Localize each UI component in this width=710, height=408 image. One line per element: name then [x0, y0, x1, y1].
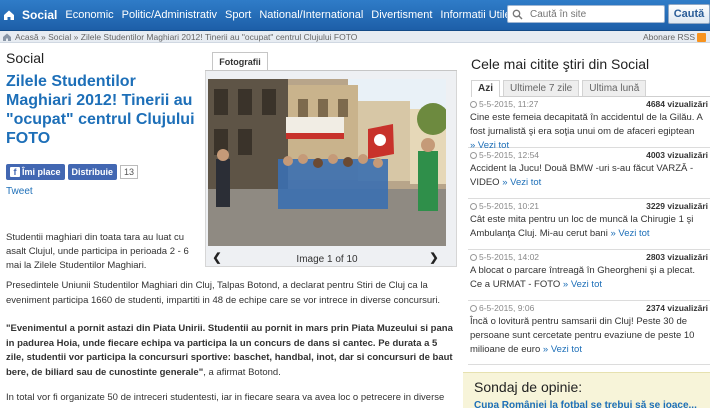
facebook-share-button[interactable]: Distribuie: [67, 164, 118, 180]
top-navigation-bar: Social Economic Politic/Administrativ Sp…: [0, 0, 710, 31]
facebook-icon: f: [10, 167, 20, 177]
main-nav: Social Economic Politic/Administrativ Sp…: [18, 0, 561, 31]
tab-fotografii[interactable]: Fotografii: [212, 52, 268, 70]
news-date: 5-5-2015, 12:54: [470, 150, 539, 161]
tab-ultimele-7-zile[interactable]: Ultimele 7 zile: [503, 80, 580, 96]
nav-item-informatii[interactable]: Informatii Utile: [436, 0, 514, 31]
clock-icon: [470, 101, 477, 108]
quote-attribution: , a afirmat Botond.: [203, 366, 281, 378]
view-count: 4684 vizualizări: [646, 99, 708, 109]
clock-icon: [470, 203, 477, 210]
list-item: 5-5-2015, 14:02 2803 vizualizări A blocat…: [468, 250, 710, 301]
see-more-link[interactable]: » Vezi tot: [563, 279, 602, 290]
search-box: [507, 5, 665, 23]
search-icon: [512, 9, 523, 20]
news-date-text: 5-5-2015, 11:27: [479, 99, 539, 109]
breadcrumb-current: Zilele Studentilor Maghiari 2012! Tineri…: [80, 32, 358, 42]
nav-item-social[interactable]: Social: [18, 0, 61, 31]
nav-item-economic[interactable]: Economic: [61, 0, 117, 31]
tab-azi[interactable]: Azi: [471, 80, 500, 97]
most-read-tabs: Azi Ultimele 7 zile Ultima lună: [471, 80, 710, 97]
view-count: 4003 vizualizări: [646, 150, 708, 160]
article-paragraph-2: Presedintele Uniunii Studentilor Maghiar…: [6, 280, 441, 306]
most-read-title: Cele mai citite ştiri din Social: [471, 56, 650, 72]
facebook-like-button[interactable]: f Îmi place: [6, 164, 65, 180]
share-count: 13: [120, 165, 139, 179]
clock-icon: [470, 305, 477, 312]
news-date: 6-5-2015, 9:06: [470, 303, 534, 314]
breadcrumb: Acasă » Social » Zilele Studentilor Magh…: [15, 31, 357, 43]
social-share-row: f Îmi place Distribuie 13: [6, 164, 139, 180]
news-date-text: 5-5-2015, 10:21: [479, 201, 540, 211]
view-count: 3229 vizualizări: [646, 201, 708, 211]
most-read-list: 5-5-2015, 11:27 4684 vizualizări Cine est…: [468, 97, 710, 365]
list-item: 5-5-2015, 11:27 4684 vizualizări Cine est…: [468, 97, 710, 151]
like-label: Îmi place: [22, 167, 61, 177]
news-headline[interactable]: Cine este femeia decapitată în accidentu…: [470, 112, 702, 137]
see-more-link[interactable]: » Vezi tot: [610, 228, 649, 239]
article-paragraph-1: Studentii maghiari din toata tara au lua…: [6, 232, 189, 271]
view-count: 2374 vizualizări: [646, 303, 708, 313]
tweet-button[interactable]: Tweet: [6, 186, 33, 197]
nav-item-politic[interactable]: Politic/Administrativ: [118, 0, 221, 31]
news-date-text: 5-5-2015, 14:02: [479, 252, 540, 262]
news-date: 5-5-2015, 11:27: [470, 99, 538, 110]
rss-label: Abonare RSS: [643, 32, 695, 42]
breadcrumb-separator: »: [73, 32, 79, 42]
news-headline[interactable]: Încă o lovitură pentru samsarii din Cluj…: [470, 316, 694, 355]
article-paragraph-4: In total vor fi organizate 50 de intrece…: [6, 392, 445, 408]
see-more-link[interactable]: » Vezi tot: [543, 344, 582, 355]
article-paragraph-3: "Evenimentul a pornit astazi din Piata U…: [6, 322, 454, 380]
list-item: 5-5-2015, 10:21 3229 vizualizări Cât este…: [468, 199, 710, 250]
breadcrumb-separator: »: [41, 32, 46, 42]
rss-icon: [697, 32, 706, 42]
breadcrumb-bar: Acasă » Social » Zilele Studentilor Magh…: [0, 31, 710, 43]
news-date: 5-5-2015, 14:02: [470, 252, 539, 263]
rss-link[interactable]: Abonare RSS: [643, 31, 706, 43]
poll-title: Sondaj de opinie:: [474, 379, 583, 395]
nav-item-national[interactable]: National/International: [255, 0, 367, 31]
nav-item-divertisment[interactable]: Divertisment: [367, 0, 436, 31]
section-label: Social: [6, 50, 45, 66]
breadcrumb-section[interactable]: Social: [48, 32, 71, 42]
gallery-photo[interactable]: [208, 79, 446, 246]
chevron-right-icon[interactable]: ❯: [428, 252, 440, 264]
view-count: 2803 vizualizări: [646, 252, 708, 262]
article-title: Zilele Studentilor Maghiari 2012! Tineri…: [6, 73, 195, 147]
news-date-text: 6-5-2015, 9:06: [479, 303, 535, 313]
clock-icon: [470, 152, 477, 159]
nav-item-sport[interactable]: Sport: [221, 0, 255, 31]
image-counter: Image 1 of 10: [296, 254, 358, 265]
news-headline[interactable]: Cât este mita pentru un loc de muncă la …: [470, 214, 693, 239]
news-date: 5-5-2015, 10:21: [470, 201, 539, 212]
clock-icon: [470, 254, 477, 261]
home-icon[interactable]: [2, 32, 12, 42]
search-input[interactable]: [530, 7, 660, 21]
list-item: 5-5-2015, 12:54 4003 vizualizări Accident…: [468, 148, 710, 199]
see-more-link[interactable]: » Vezi tot: [502, 177, 541, 188]
search-button[interactable]: Caută: [668, 4, 710, 24]
tab-ultima-luna[interactable]: Ultima lună: [582, 80, 647, 96]
poll-question-link[interactable]: Cupa României la fotbal se trebui să se …: [474, 400, 706, 408]
home-icon[interactable]: [2, 8, 16, 22]
breadcrumb-home[interactable]: Acasă: [15, 32, 39, 42]
news-date-text: 5-5-2015, 12:54: [479, 150, 540, 160]
list-item: 6-5-2015, 9:06 2374 vizualizări Încă o lo…: [468, 301, 710, 365]
